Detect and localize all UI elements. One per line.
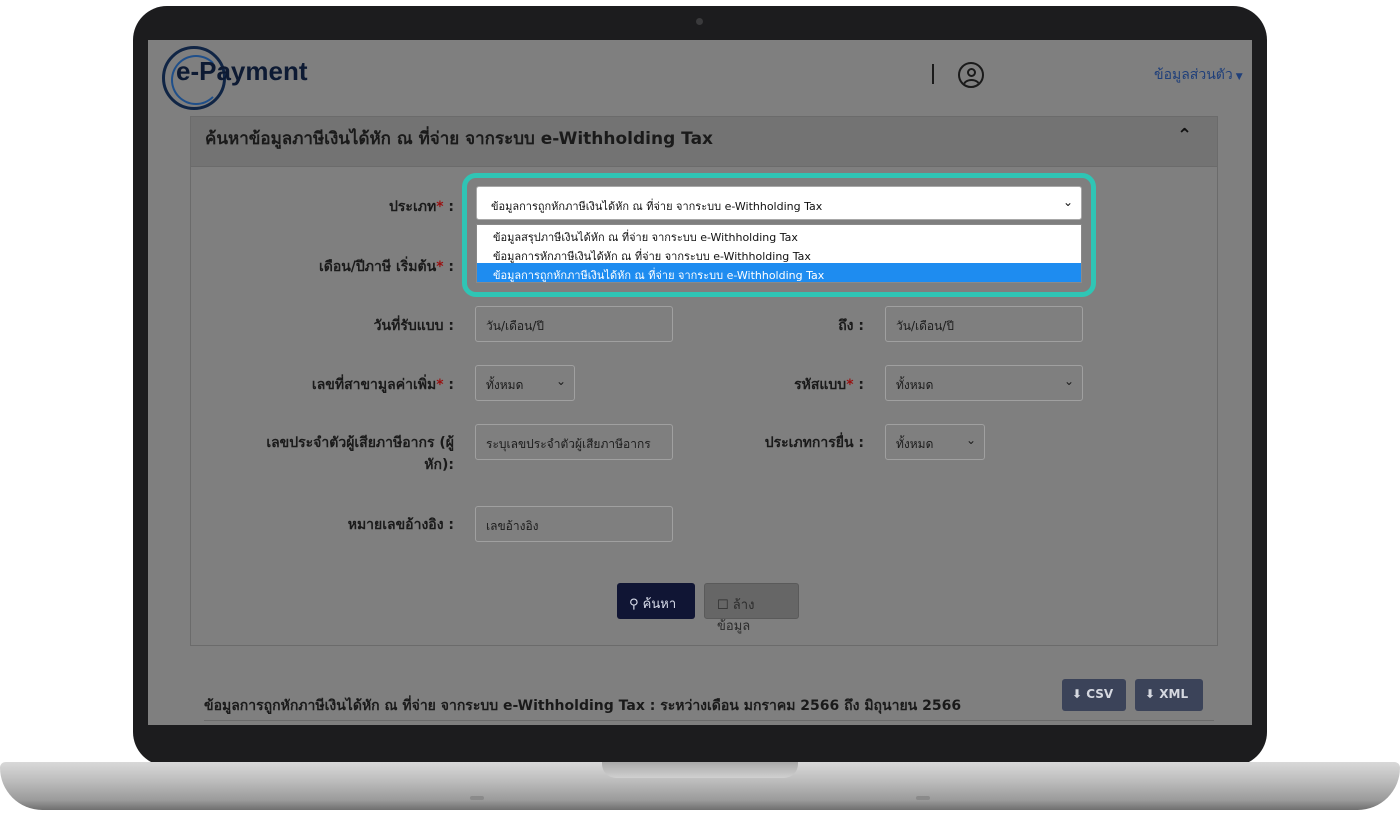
download-icon: ⬇ (1072, 687, 1083, 701)
type-option[interactable]: ข้อมูลสรุปภาษีเงินได้หัก ณ ที่จ่าย จากระ… (477, 225, 1081, 244)
form-code-value: ทั้งหมด (896, 378, 934, 392)
xml-button[interactable]: ⬇ XML (1135, 679, 1203, 711)
reference-label: หมายเลขอ้างอิง : (347, 517, 454, 533)
top-header: e-Payment ข้อมูลส่วนตัว ▼ (148, 40, 1252, 116)
filing-type-select[interactable]: ทั้งหมด ⌄ (885, 424, 985, 460)
filing-type-label: ประเภทการยื่น : (764, 435, 864, 451)
panel-title: ค้นหาข้อมูลภาษีเงินได้หัก ณ ที่จ่าย จากร… (205, 129, 714, 149)
search-button[interactable]: ⚲ ค้นหา (617, 583, 695, 619)
filing-type-value: ทั้งหมด (896, 437, 934, 451)
receive-date-input[interactable]: วัน/เดือน/ปี (475, 306, 673, 342)
chevron-up-icon[interactable]: ⌃ (1177, 125, 1192, 146)
reference-input[interactable]: เลขอ้างอิง (475, 506, 673, 542)
square-icon: ☐ (717, 598, 729, 613)
type-option-selected[interactable]: ข้อมูลการถูกหักภาษีเงินได้หัก ณ ที่จ่าย … (477, 263, 1081, 282)
results-title: ข้อมูลการถูกหักภาษีเงินได้หัก ณ ที่จ่าย … (204, 698, 962, 714)
form-code-label: รหัสแบบ* : (794, 377, 864, 393)
header-divider (932, 64, 934, 84)
vat-branch-label: เลขที่สาขามูลค่าเพิ่ม* : (311, 377, 454, 393)
laptop-foot (470, 796, 484, 800)
type-select-value: ข้อมูลการถูกหักภาษีเงินได้หัก ณ ที่จ่าย … (491, 200, 823, 213)
type-label: ประเภท* : (389, 199, 454, 215)
search-button-label: ค้นหา (642, 597, 677, 612)
logo-text: e-Payment (176, 56, 308, 86)
form-code-select[interactable]: ทั้งหมด ⌄ (885, 365, 1083, 401)
laptop-foot (916, 796, 930, 800)
xml-button-label: XML (1159, 687, 1189, 701)
to-date-input[interactable]: วัน/เดือน/ปี (885, 306, 1083, 342)
results-divider (204, 720, 1214, 721)
to-label: ถึง : (838, 318, 864, 334)
profile-menu[interactable]: ข้อมูลส่วนตัว ▼ (1154, 64, 1243, 86)
chevron-down-icon: ⌄ (965, 433, 976, 447)
screen: e-Payment ข้อมูลส่วนตัว ▼ ค้นหาข้อมูลภาษี… (148, 40, 1252, 725)
type-options-list: ข้อมูลสรุปภาษีเงินได้หัก ณ ที่จ่าย จากระ… (476, 224, 1082, 283)
type-select[interactable]: ข้อมูลการถูกหักภาษีเงินได้หัก ณ ที่จ่าย … (476, 186, 1082, 220)
csv-button-label: CSV (1086, 687, 1114, 701)
csv-button[interactable]: ⬇ CSV (1062, 679, 1126, 711)
camera-icon (696, 18, 703, 25)
clear-button[interactable]: ☐ ล้างข้อมูล (704, 583, 799, 634)
profile-menu-label: ข้อมูลส่วนตัว (1154, 67, 1233, 83)
receive-date-label: วันที่รับแบบ : (373, 318, 454, 334)
chevron-down-icon: ⌄ (1063, 374, 1074, 388)
user-icon[interactable] (958, 62, 984, 88)
taxpayer-id-label: เลขประจำตัวผู้เสียภาษีอากร (ผู้หัก): (266, 435, 454, 473)
laptop-notch (602, 762, 798, 778)
download-icon: ⬇ (1145, 687, 1156, 701)
vat-branch-select[interactable]: ทั้งหมด ⌄ (475, 365, 575, 401)
caret-down-icon: ▼ (1235, 72, 1243, 82)
taxpayer-id-input[interactable]: ระบุเลขประจำตัวผู้เสียภาษีอากร (475, 424, 673, 460)
chevron-down-icon: ⌄ (555, 374, 566, 388)
search-icon: ⚲ (629, 597, 639, 612)
start-month-label: เดือน/ปีภาษี เริ่มต้น* : (318, 259, 454, 275)
panel-header: ค้นหาข้อมูลภาษีเงินได้หัก ณ ที่จ่าย จากร… (191, 117, 1217, 167)
type-option[interactable]: ข้อมูลการหักภาษีเงินได้หัก ณ ที่จ่าย จาก… (477, 244, 1081, 263)
chevron-down-icon: ⌄ (1062, 195, 1073, 209)
vat-branch-value: ทั้งหมด (486, 378, 524, 392)
